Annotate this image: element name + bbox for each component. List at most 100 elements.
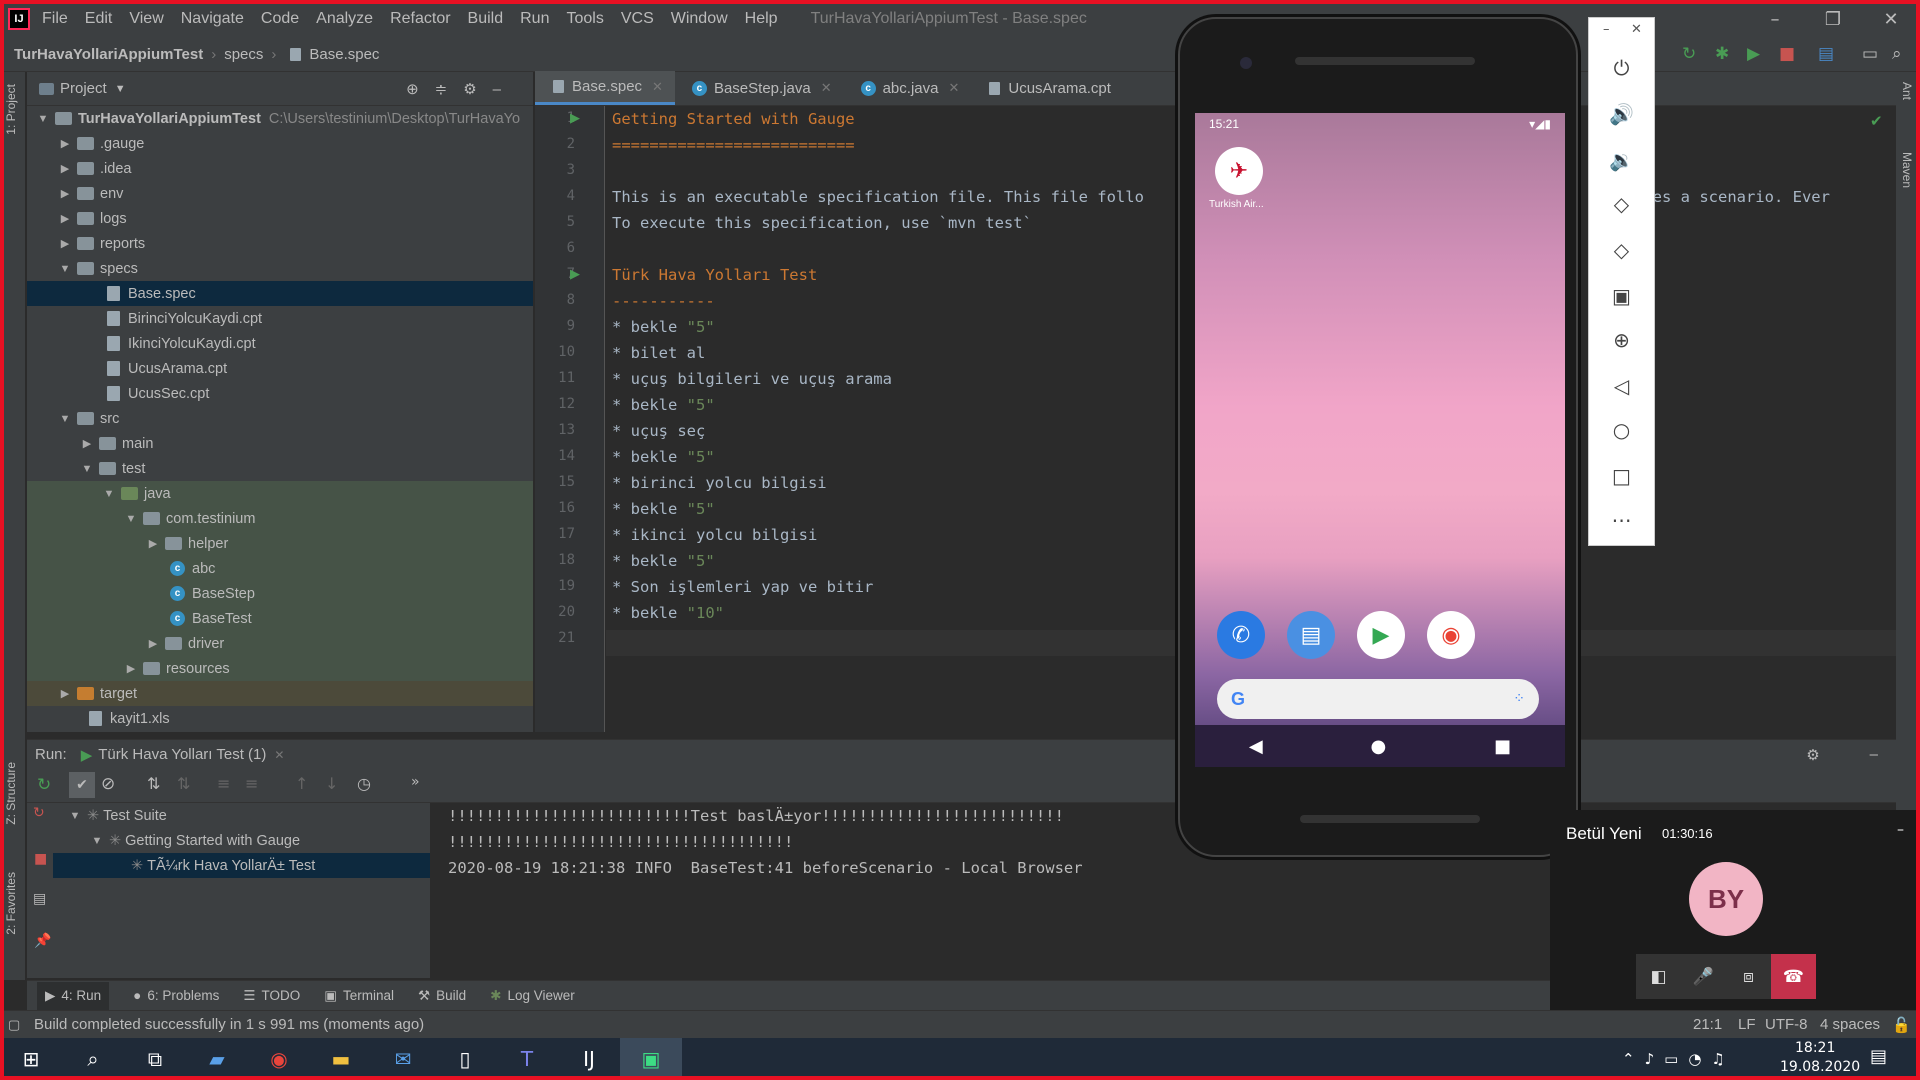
menu-code[interactable]: Code <box>261 10 299 28</box>
microphone-icon[interactable]: 🎤 <box>1681 954 1726 999</box>
caret-position[interactable]: 21:1 <box>1693 1016 1722 1033</box>
panel-actions[interactable]: ⊕≑⚙– <box>406 80 517 98</box>
file-explorer-icon[interactable]: ▬ <box>310 1038 372 1080</box>
menu-view[interactable]: View <box>129 10 163 28</box>
windows-start-icon[interactable]: ⊞ <box>0 1038 62 1080</box>
menu-build[interactable]: Build <box>468 10 504 28</box>
test-scenario-row[interactable]: ✳ TÃ¼rk Hava YollarÄ± Test <box>53 853 430 878</box>
minimize-icon[interactable]: – <box>1603 22 1610 37</box>
pin-icon[interactable]: 📌 <box>34 933 51 949</box>
chrome-icon[interactable]: ◉ <box>248 1038 310 1080</box>
tree-item-resources[interactable]: ▶ resources <box>27 656 533 681</box>
google-search-bar[interactable]: G ⁘ <box>1217 679 1539 719</box>
debug-icon[interactable]: ✱ <box>1715 44 1729 64</box>
play-store-icon[interactable]: ▶ <box>1357 611 1405 659</box>
more-icon[interactable]: » <box>411 774 420 790</box>
coverage-icon[interactable]: ▶ <box>1747 44 1760 64</box>
more-icon[interactable]: ⋯ <box>1589 508 1654 532</box>
tree-item-basestep[interactable]: c BaseStep <box>27 581 533 606</box>
test-spec-row[interactable]: ▼ ✳ Getting Started with Gauge <box>53 828 430 853</box>
tab-terminal[interactable]: ▣ Terminal <box>324 988 394 1004</box>
tree-item-logs[interactable]: ▶ logs <box>27 206 533 231</box>
back-icon[interactable]: ◀ <box>1249 736 1263 757</box>
history-icon[interactable]: ◷ <box>357 774 371 793</box>
tree-item-kayit[interactable]: kayit1.xls <box>27 706 533 731</box>
collapse-all-icon[interactable]: ≡ <box>245 774 258 793</box>
file-encoding[interactable]: UTF-8 <box>1765 1016 1808 1033</box>
tree-item-basetest[interactable]: c BaseTest <box>27 606 533 631</box>
stop-icon[interactable]: ■ <box>34 851 47 867</box>
back-icon[interactable]: ◁ <box>1589 374 1654 398</box>
sort-duration-icon[interactable]: ⇅ <box>177 774 190 793</box>
project-panel-title[interactable]: Project <box>60 80 107 97</box>
hang-up-button[interactable]: ☎ <box>1771 954 1816 999</box>
hide-icon[interactable]: – <box>1870 746 1878 763</box>
clock-time[interactable]: 18:21 <box>1795 1040 1835 1056</box>
show-passed-icon[interactable]: ✔ <box>69 772 95 798</box>
show-ignored-icon[interactable]: ⊘ <box>101 774 115 794</box>
menu-help[interactable]: Help <box>745 10 778 28</box>
tree-item-src[interactable]: ▼ src <box>27 406 533 431</box>
close-icon[interactable]: ✕ <box>821 80 832 96</box>
layout-icon[interactable]: ▭ <box>1862 44 1878 64</box>
zoom-icon[interactable]: ⊕ <box>1589 328 1654 352</box>
tree-item-test[interactable]: ▼ test <box>27 456 533 481</box>
chevron-down-icon[interactable]: ▼ <box>115 83 126 95</box>
tree-item-java[interactable]: ▼ java <box>27 481 533 506</box>
mail-icon[interactable]: ✉ <box>372 1038 434 1080</box>
lock-icon[interactable]: 🔓 <box>1892 1016 1911 1034</box>
arrow-down-icon[interactable]: ↓ <box>325 774 338 793</box>
tree-item-ucussec[interactable]: UcusSec.cpt <box>27 381 533 406</box>
search-icon[interactable]: ⌕ <box>1892 44 1902 64</box>
rerun-icon[interactable]: ↻ <box>1682 44 1696 64</box>
run-tab[interactable]: Türk Hava Yolları Test (1) <box>98 746 266 763</box>
expand-all-icon[interactable]: ≡ <box>217 774 230 793</box>
gear-icon[interactable]: ⚙ <box>1806 746 1819 764</box>
phone-screen[interactable]: 15:21 ▾◢▮ ✈ Turkish Air... ✆ ▤ ▶ ◉ G ⁘ ◀… <box>1195 113 1565 767</box>
test-suite-row[interactable]: ▼ ✳ Test Suite <box>53 803 430 828</box>
menu-file[interactable]: File <box>42 10 68 28</box>
assistant-icon[interactable]: ⁘ <box>1513 691 1525 707</box>
tab-log-viewer[interactable]: ✱ Log Viewer <box>490 988 575 1004</box>
tree-item-idea[interactable]: ▶ .idea <box>27 156 533 181</box>
rerun-failed-icon[interactable]: ↻ <box>33 805 45 821</box>
breadcrumb-project[interactable]: TurHavaYollariAppiumTest <box>14 46 203 63</box>
search-icon[interactable]: ⌕ <box>62 1038 124 1080</box>
project-structure-icon[interactable]: ▤ <box>1818 44 1834 64</box>
tab-basestep-java[interactable]: c BaseStep.java ✕ <box>675 71 844 105</box>
close-icon[interactable]: ✕ <box>1631 22 1642 37</box>
recents-icon[interactable]: ■ <box>1494 736 1511 757</box>
tree-item-specs[interactable]: ▼ specs <box>27 256 533 281</box>
tree-item-birinci[interactable]: BirinciYolcuKaydi.cpt <box>27 306 533 331</box>
tree-item-root[interactable]: ▼ TurHavaYollariAppiumTest C:\Users\testin… <box>27 106 533 131</box>
stop-icon[interactable]: ■ <box>1779 44 1795 64</box>
tree-item-main[interactable]: ▶ main <box>27 431 533 456</box>
close-icon[interactable]: ✕ <box>1866 0 1916 38</box>
tab-build[interactable]: ⚒ Build <box>418 988 466 1004</box>
close-icon[interactable]: ✕ <box>652 79 663 95</box>
notepad-icon[interactable]: ▯ <box>434 1038 496 1080</box>
phone-app-icon[interactable]: ✆ <box>1217 611 1265 659</box>
tool-favorites[interactable]: 2: Favorites <box>4 872 18 935</box>
tab-ucusarama-cpt[interactable]: UcusArama.cpt <box>971 71 1123 105</box>
menu-edit[interactable]: Edit <box>85 10 113 28</box>
rerun-icon[interactable]: ↻ <box>37 775 51 795</box>
menu-refactor[interactable]: Refactor <box>390 10 450 28</box>
run-scenario-icon[interactable]: ▶ <box>570 267 580 282</box>
camera-off-icon[interactable]: ◧ <box>1636 954 1681 999</box>
tree-item-ikinci[interactable]: IkinciYolcuKaydi.cpt <box>27 331 533 356</box>
tool-ant[interactable]: Ant <box>1900 82 1914 100</box>
tab-base-spec[interactable]: Base.spec ✕ <box>535 71 675 105</box>
intellij-icon[interactable]: IJ <box>558 1038 620 1080</box>
notification-icon[interactable]: ▤ <box>1870 1046 1887 1067</box>
breadcrumb-file[interactable]: Base.spec <box>309 46 379 63</box>
tab-run[interactable]: ▶ 4: Run <box>37 981 110 1010</box>
tab-abc-java[interactable]: c abc.java ✕ <box>844 71 972 105</box>
menu-analyze[interactable]: Analyze <box>316 10 373 28</box>
restore-icon[interactable]: ❐ <box>1808 0 1858 38</box>
sort-icon[interactable]: ⇅ <box>147 774 160 793</box>
minimize-icon[interactable]: – <box>1897 822 1904 838</box>
task-view-icon[interactable]: ⧉ <box>124 1038 186 1080</box>
indent-setting[interactable]: 4 spaces <box>1820 1016 1880 1033</box>
overview-icon[interactable]: □ <box>1589 464 1654 488</box>
